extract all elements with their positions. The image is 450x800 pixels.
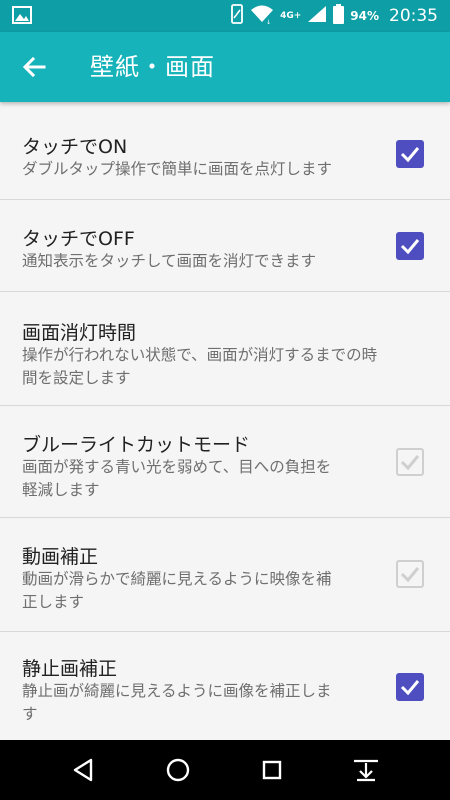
summary-line: 操作が行われない状態で、画面が消灯するまでの時 xyxy=(22,346,378,364)
battery-percent: 94% xyxy=(350,9,379,23)
setting-summary: 静止画が綺麗に見えるように画像を補正しま す xyxy=(22,680,377,726)
setting-screen-timeout[interactable]: 画面消灯時間 操作が行われない状態で、画面が消灯するまでの時 間を設定します xyxy=(0,292,450,406)
setting-summary: 通知表示をタッチして画面を消灯できます xyxy=(22,252,317,270)
app-bar: 壁紙・画面 xyxy=(0,32,450,102)
setting-summary: ダブルタップ操作で簡単に画面を点灯します xyxy=(22,160,333,178)
svg-text:↓: ↓ xyxy=(266,19,271,24)
summary-line: 動画が滑らかで綺麗に見えるように映像を補 xyxy=(22,570,332,588)
setting-title: 画面消灯時間 xyxy=(22,322,137,344)
setting-title: ブルーライトカットモード xyxy=(22,434,251,456)
wifi-icon: ↓ xyxy=(250,4,274,28)
setting-still-image-correction[interactable]: 静止画補正 静止画が綺麗に見えるように画像を補正しま す xyxy=(0,632,450,740)
summary-line: 間を設定します xyxy=(22,369,131,387)
battery-icon xyxy=(333,4,345,28)
settings-list: タッチでON ダブルタップ操作で簡単に画面を点灯します タッチでOFF 通知表示… xyxy=(0,102,450,740)
network-type: 4G+ xyxy=(280,10,302,21)
checkbox-still-image-correction[interactable] xyxy=(396,673,424,701)
summary-line: 正します xyxy=(22,593,85,611)
checkbox-video-correction[interactable] xyxy=(396,560,424,588)
summary-line: 軽減します xyxy=(22,481,100,499)
setting-touch-off[interactable]: タッチでOFF 通知表示をタッチして画面を消灯できます xyxy=(0,200,450,292)
nav-menu-down-icon[interactable] xyxy=(351,755,381,785)
setting-summary: 画面が発する青い光を弱めて、目への負担を 軽減します xyxy=(22,456,377,502)
summary-line: 画面が発する青い光を弱めて、目への負担を xyxy=(22,458,332,476)
navigation-bar xyxy=(0,740,450,800)
setting-title: タッチでOFF xyxy=(22,228,135,250)
nav-home-circle-icon[interactable] xyxy=(163,755,193,785)
nav-back-triangle-icon[interactable] xyxy=(69,755,99,785)
checkbox-touch-off[interactable] xyxy=(396,232,424,260)
setting-summary: 操作が行われない状態で、画面が消灯するまでの時 間を設定します xyxy=(22,344,442,390)
setting-touch-on[interactable]: タッチでON ダブルタップ操作で簡単に画面を点灯します xyxy=(0,102,450,200)
vibrate-icon xyxy=(230,4,244,28)
setting-blue-light-cut[interactable]: ブルーライトカットモード 画面が発する青い光を弱めて、目への負担を 軽減します xyxy=(0,406,450,518)
setting-summary: 動画が滑らかで綺麗に見えるように映像を補 正します xyxy=(22,568,377,614)
checkbox-touch-on[interactable] xyxy=(396,140,424,168)
signal-icon xyxy=(307,5,327,27)
summary-line: 静止画が綺麗に見えるように画像を補正しま xyxy=(22,682,332,700)
setting-title: 静止画補正 xyxy=(22,658,118,680)
nav-recents-square-icon[interactable] xyxy=(257,755,287,785)
status-time: 20:35 xyxy=(389,6,438,26)
setting-title: タッチでON xyxy=(22,136,128,158)
summary-line: す xyxy=(22,705,38,723)
setting-video-correction[interactable]: 動画補正 動画が滑らかで綺麗に見えるように映像を補 正します xyxy=(0,518,450,632)
arrow-left-icon[interactable] xyxy=(20,53,48,81)
setting-title: 動画補正 xyxy=(22,546,99,568)
status-bar: ↓ 4G+ 94% 20:35 xyxy=(0,0,450,32)
image-icon xyxy=(12,6,32,24)
checkbox-blue-light-cut[interactable] xyxy=(396,448,424,476)
page-title: 壁紙・画面 xyxy=(90,53,215,81)
